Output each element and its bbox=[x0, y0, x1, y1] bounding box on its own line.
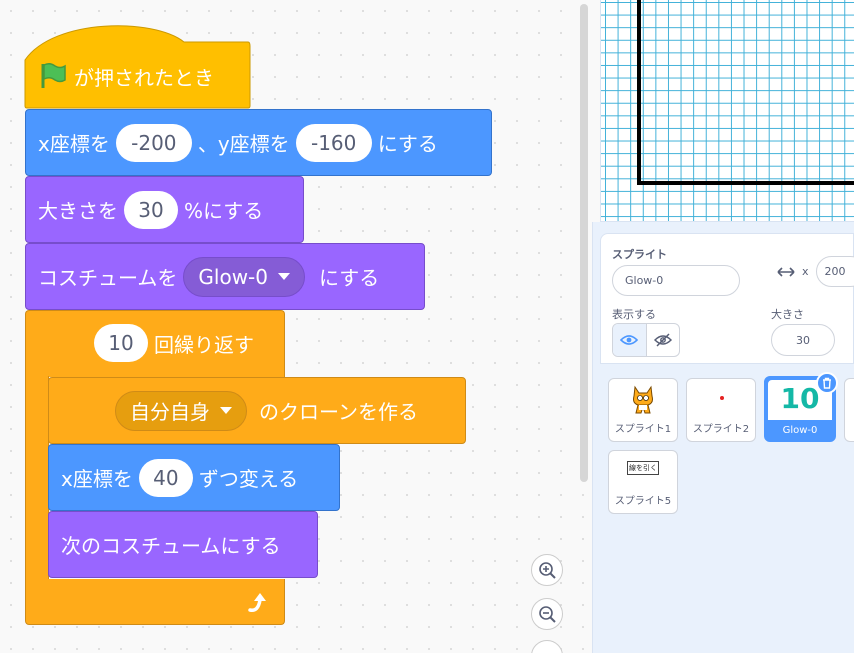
trash-icon bbox=[823, 377, 831, 389]
goto-xy-block[interactable]: x座標を -200 、y座標を -160 にする bbox=[25, 109, 492, 176]
goto-label-end: にする bbox=[377, 132, 438, 156]
size-field[interactable]: 30 bbox=[771, 324, 835, 356]
create-clone-block[interactable]: 自分自身 のクローンを作る bbox=[48, 377, 466, 444]
costume-label: コスチュームを bbox=[38, 266, 178, 290]
goto-label-y: 、y座標を bbox=[197, 132, 290, 156]
sprite-info-panel: スプライト Glow-0 x 200 表示する 大きさ 30 bbox=[600, 233, 854, 364]
sprite-name-value: Glow-0 bbox=[625, 274, 664, 287]
change-x-block[interactable]: x座標を 40 ずつ変える bbox=[48, 444, 340, 511]
code-area[interactable]: が押されたとき x座標を -200 、y座標を -160 にする 大きさを 30… bbox=[0, 0, 592, 653]
sprite-tile[interactable]: スプライト2 bbox=[686, 378, 756, 442]
zoom-out-icon bbox=[539, 606, 556, 623]
clone-target-dropdown[interactable]: 自分自身 bbox=[115, 390, 247, 431]
size-label: 大きさ bbox=[771, 308, 804, 321]
sprite-list: スプライト1 スプライト2 10 Glow-0 線を引く スプライト5 bbox=[600, 368, 854, 653]
stage-drawn-line bbox=[637, 0, 641, 185]
x-position-value: 200 bbox=[824, 265, 846, 278]
code-scrollbar[interactable] bbox=[580, 4, 588, 482]
loop-arrow-icon bbox=[248, 593, 266, 613]
repeat-label: 回繰り返す bbox=[154, 332, 254, 357]
costume-label-end: にする bbox=[319, 266, 380, 290]
repeat-count-input[interactable]: 10 bbox=[94, 324, 148, 362]
show-visible-button[interactable] bbox=[613, 324, 647, 356]
costume-dropdown[interactable]: Glow-0 bbox=[183, 256, 305, 297]
text-image-icon: 線を引く bbox=[627, 461, 659, 475]
sprite-tile[interactable]: 線を引く スプライト5 bbox=[608, 450, 678, 514]
text-image-thumb-text: 線を引く bbox=[629, 464, 657, 472]
set-size-block[interactable]: 大きさを 30 %にする bbox=[25, 176, 304, 243]
repeat-header: 10 回繰り返す bbox=[94, 323, 260, 363]
show-label: 表示する bbox=[612, 308, 656, 321]
x-label: x bbox=[802, 265, 809, 278]
zoom-in-button[interactable] bbox=[531, 554, 563, 586]
x-arrows-icon bbox=[777, 267, 795, 277]
sprite-tile-name: スプライト2 bbox=[692, 424, 750, 435]
zoom-reset-button[interactable] bbox=[531, 640, 563, 653]
goto-label-x: x座標を bbox=[38, 132, 110, 156]
changex-label: x座標を bbox=[61, 467, 133, 491]
red-dot-icon bbox=[720, 396, 724, 400]
sprite-tile[interactable]: スプライト1 bbox=[608, 378, 678, 442]
chevron-down-icon bbox=[220, 407, 232, 414]
stage-drawn-line bbox=[637, 181, 854, 185]
hat-label: が押されたとき bbox=[74, 65, 214, 90]
eye-icon bbox=[620, 335, 639, 345]
switch-costume-block[interactable]: コスチュームを Glow-0 にする bbox=[25, 243, 425, 310]
changex-label-end: ずつ変える bbox=[198, 467, 299, 491]
size-value: 30 bbox=[796, 333, 810, 347]
changex-input[interactable]: 40 bbox=[138, 458, 193, 497]
delete-sprite-button[interactable] bbox=[816, 372, 838, 394]
green-flag-icon bbox=[41, 62, 66, 88]
zoom-in-icon bbox=[539, 562, 556, 579]
sprite-tile-name: スプライト1 bbox=[614, 424, 672, 435]
sprite-tile-name: Glow-0 bbox=[782, 425, 818, 436]
sprite-tile-name: スプライト5 bbox=[614, 496, 672, 507]
clone-label: のクローンを作る bbox=[259, 400, 418, 424]
eye-slash-icon bbox=[653, 333, 672, 347]
next-costume-block[interactable]: 次のコスチュームにする bbox=[48, 511, 318, 578]
zoom-out-button[interactable] bbox=[531, 598, 563, 630]
sprite-label: スプライト bbox=[612, 248, 667, 261]
goto-x-input[interactable]: -200 bbox=[115, 123, 192, 162]
clone-dropdown-value: 自分自身 bbox=[130, 400, 210, 424]
cat-icon bbox=[633, 385, 653, 414]
chevron-down-icon bbox=[278, 273, 290, 280]
sprite-tile-partial[interactable] bbox=[844, 378, 854, 442]
x-position-field[interactable]: 200 bbox=[816, 256, 854, 287]
show-hidden-button[interactable] bbox=[647, 324, 679, 356]
costume-dropdown-value: Glow-0 bbox=[198, 264, 268, 289]
repeat-block-arm bbox=[25, 376, 49, 580]
show-toggle bbox=[612, 323, 680, 357]
goto-y-input[interactable]: -160 bbox=[295, 123, 372, 162]
size-label: 大きさを bbox=[38, 199, 118, 223]
size-input[interactable]: 30 bbox=[124, 190, 178, 229]
when-flag-clicked-block[interactable]: が押されたとき bbox=[36, 56, 220, 96]
size-label-end: %にする bbox=[184, 199, 264, 223]
next-costume-label: 次のコスチュームにする bbox=[61, 534, 281, 558]
sprite-name-field[interactable]: Glow-0 bbox=[612, 265, 740, 296]
